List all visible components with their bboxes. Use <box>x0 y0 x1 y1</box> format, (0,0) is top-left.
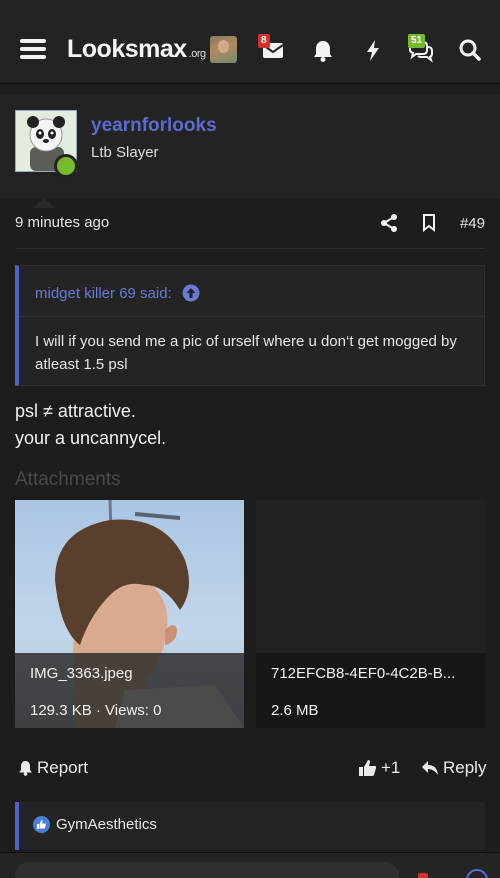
attachment-meta: 129.3 KB · Views: 0 <box>30 702 162 719</box>
reply-button[interactable]: Reply <box>421 758 486 778</box>
bolt-icon <box>367 40 379 61</box>
attachment-filename: 712EFCB8-4EF0-4C2B-B... <box>271 665 456 682</box>
post-text-line-2: your a uncannycel. <box>15 428 167 448</box>
menu-icon[interactable] <box>20 37 46 61</box>
conversations-badge: 51 <box>408 34 426 48</box>
quote-text: I will if you send me a pic of urself wh… <box>35 333 457 373</box>
header-pointer-caret <box>34 198 54 208</box>
user-avatar[interactable] <box>210 36 237 63</box>
conversations-button[interactable]: 51 <box>406 34 436 64</box>
like-label: +1 <box>381 758 401 777</box>
like-reaction-icon <box>33 816 50 833</box>
inbox-badge: 8 <box>258 34 270 48</box>
attachment-meta: 2.6 MB <box>271 702 319 719</box>
post-timestamp[interactable]: 9 minutes ago <box>15 214 109 231</box>
attachments-heading: Attachments <box>15 469 121 490</box>
post-actions-bar: Report +1 Reply <box>0 758 500 784</box>
quote-divider <box>19 316 484 317</box>
arrow-up-circle-icon <box>182 284 200 302</box>
bookmark-icon[interactable] <box>422 214 436 232</box>
post-user-header: yearnforlooks Ltb Slayer <box>0 94 500 198</box>
meta-divider <box>15 248 485 249</box>
like-button[interactable]: +1 <box>358 758 400 778</box>
post-message-body: psl ≠ attractive. your a uncannycel. <box>15 398 166 452</box>
attachment-filename: IMG_3363.jpeg <box>30 665 133 682</box>
reactions-bar: GymAesthetics <box>15 802 485 850</box>
search-icon <box>459 39 481 61</box>
alerts-button[interactable] <box>308 36 338 64</box>
site-logo[interactable]: Looksmax .org <box>67 35 206 64</box>
reply-label: Reply <box>443 758 487 777</box>
post-username[interactable]: yearnforlooks <box>91 115 217 137</box>
quote-author-label: midget killer 69 said: <box>35 284 172 302</box>
share-icon[interactable] <box>380 213 398 233</box>
inbox-button[interactable]: 8 <box>258 34 288 64</box>
report-label: Report <box>37 758 89 777</box>
bell-icon <box>19 761 32 776</box>
report-button[interactable]: Report <box>18 758 88 778</box>
top-navigation-bar: Looksmax .org 8 51 <box>0 0 500 84</box>
post-number[interactable]: #49 <box>460 215 485 232</box>
attachment-info-panel: IMG_3363.jpeg 129.3 KB · Views: 0 <box>15 653 244 728</box>
bell-icon <box>314 41 332 62</box>
quote-author-link[interactable]: midget killer 69 said: <box>35 284 200 302</box>
attachment-thumbnail[interactable]: 712EFCB8-4EF0-4C2B-B... 2.6 MB <box>256 500 485 728</box>
reaction-user[interactable]: GymAesthetics <box>56 816 157 833</box>
whats-new-button[interactable] <box>358 36 388 64</box>
quoted-message: midget killer 69 said: I will if you sen… <box>15 265 485 386</box>
logo-suffix: .org <box>188 48 206 60</box>
thumbs-up-icon <box>359 760 377 776</box>
search-button[interactable] <box>456 36 486 64</box>
attachment-thumbnail[interactable]: IMG_3363.jpeg 129.3 KB · Views: 0 <box>15 500 244 728</box>
bottom-toolbar <box>0 852 500 878</box>
post-meta-actions: #49 <box>380 212 485 234</box>
logo-text: Looksmax <box>67 35 187 63</box>
help-icon[interactable] <box>466 869 488 878</box>
reaction-list[interactable]: GymAesthetics <box>33 816 157 833</box>
quick-reply-input[interactable] <box>15 862 399 878</box>
user-avatar-large[interactable] <box>15 110 78 178</box>
online-status-indicator <box>54 154 78 178</box>
bottom-notification-icon[interactable] <box>418 873 428 878</box>
reply-arrow-icon <box>422 761 438 775</box>
post-text-line-1: psl ≠ attractive. <box>15 401 136 421</box>
user-title: Ltb Slayer <box>91 144 159 161</box>
attachment-info-panel: 712EFCB8-4EF0-4C2B-B... 2.6 MB <box>256 653 485 728</box>
